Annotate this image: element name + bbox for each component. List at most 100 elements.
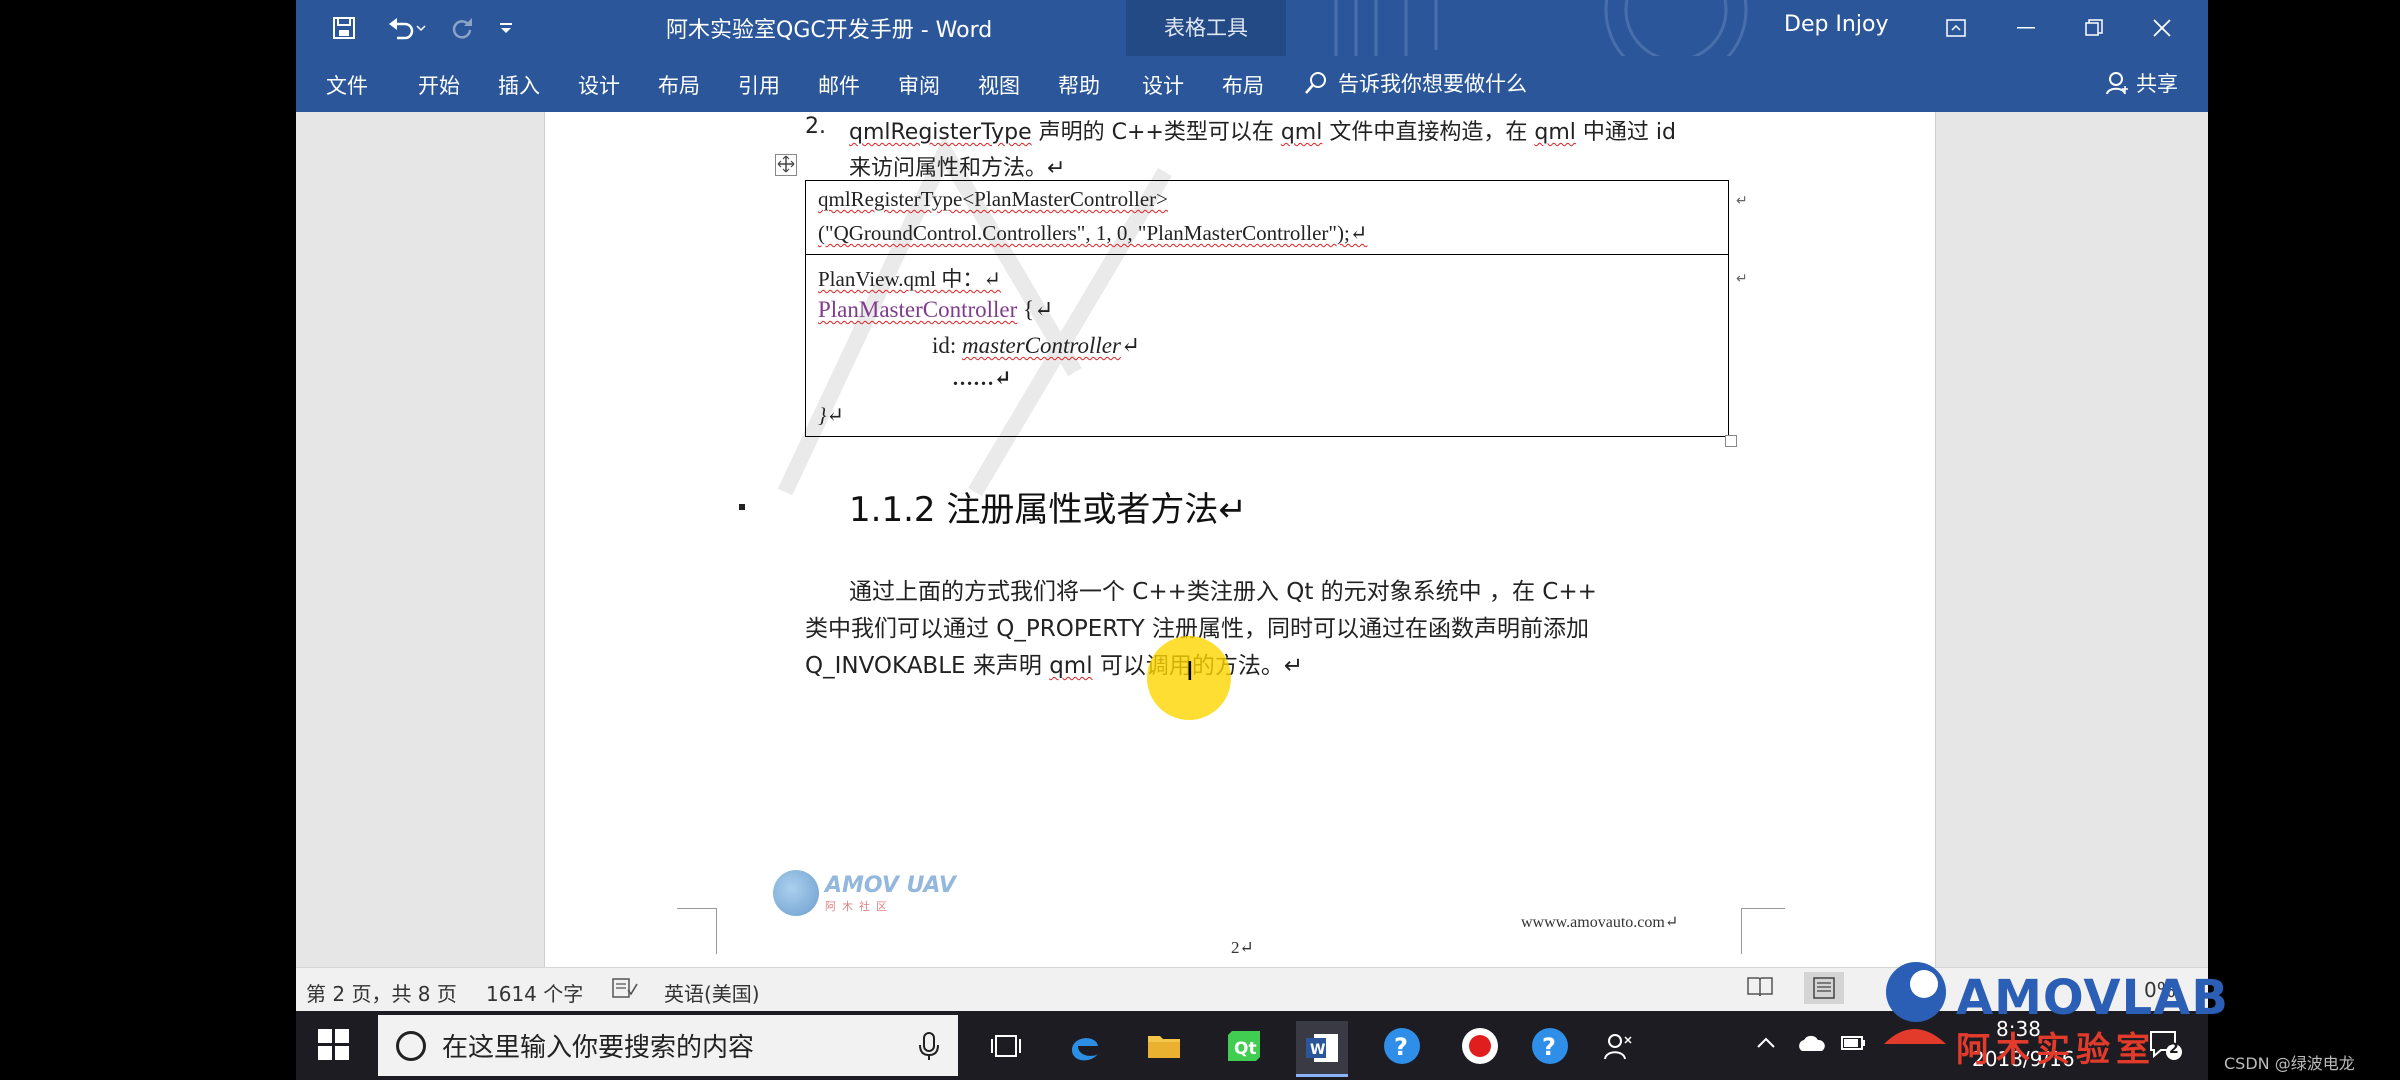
- share-label: 共享: [2136, 72, 2178, 96]
- heading-bullet: [739, 504, 745, 510]
- text-cursor-icon: I: [1186, 657, 1194, 687]
- print-layout-icon[interactable]: [1804, 972, 1844, 1004]
- page-number: 2↵: [1231, 938, 1254, 957]
- task-view-icon[interactable]: [980, 1021, 1032, 1071]
- undo-icon[interactable]: [382, 10, 432, 46]
- svg-text:W: W: [1310, 1042, 1325, 1058]
- footer-logo-text: AMOV UAV: [825, 872, 956, 898]
- crop-mark: [1741, 908, 1785, 909]
- tab-view[interactable]: 视图: [978, 70, 1020, 100]
- document-title: 阿木实验室QGC开发手册 - Word: [666, 18, 993, 43]
- cell-end-mark: ↵: [1736, 271, 1748, 287]
- tell-me-label: 告诉我你想要做什么: [1338, 72, 1527, 96]
- word-window: 阿木实验室QGC开发手册 - Word 表格工具 Dep Injoy 文件 开始…: [296, 0, 2208, 1080]
- list-item-line-1: qmlRegisterType 声明的 C++类型可以在 qml 文件中直接构造…: [849, 114, 1676, 146]
- table-resize-handle[interactable]: [1725, 435, 1737, 447]
- paragraph-line: 通过上面的方式我们将一个 C++类注册入 Qt 的元对象系统中 ，在 C++: [849, 579, 1597, 605]
- tab-mailings[interactable]: 邮件: [818, 70, 860, 100]
- list-item-text: 声明的 C++类型可以在: [1031, 120, 1281, 145]
- help-icon[interactable]: ?: [1376, 1021, 1428, 1071]
- code-line: PlanView.qml 中：↵: [818, 267, 1001, 291]
- word-count[interactable]: 1614 个字: [486, 978, 583, 1007]
- document-page[interactable]: 2. qmlRegisterType 声明的 C++类型可以在 qml 文件中直…: [544, 112, 1936, 967]
- redo-icon[interactable]: [444, 10, 480, 46]
- svg-text:?: ?: [1394, 1033, 1408, 1061]
- cortana-icon: [396, 1030, 426, 1061]
- chevron-up-icon[interactable]: [1754, 1031, 1778, 1061]
- tab-table-design[interactable]: 设计: [1142, 70, 1184, 100]
- windows-start-icon[interactable]: [318, 1029, 350, 1061]
- code-line: ("QGroundControl.Controllers", 1, 0, "Pl…: [818, 221, 1368, 245]
- read-mode-icon[interactable]: [1746, 974, 1774, 1003]
- tab-table-layout[interactable]: 布局: [1222, 70, 1264, 100]
- file-explorer-icon[interactable]: [1138, 1021, 1190, 1071]
- svg-text:?: ?: [1542, 1033, 1556, 1061]
- list-item-text: 中通过 id: [1575, 120, 1676, 145]
- tab-home[interactable]: 开始: [418, 70, 460, 100]
- footer-logo-subtitle: 阿木社区: [825, 899, 893, 913]
- table-move-handle[interactable]: [775, 154, 797, 176]
- tab-layout[interactable]: 布局: [658, 70, 700, 100]
- people-icon[interactable]: [1592, 1021, 1644, 1071]
- code-line: PlanMasterController {↵: [818, 297, 1054, 322]
- code-line: id: masterController↵: [932, 333, 1141, 358]
- tab-references[interactable]: 引用: [738, 70, 780, 100]
- microphone-icon[interactable]: [918, 1031, 940, 1068]
- user-name[interactable]: Dep Injoy: [1784, 12, 1888, 37]
- code-line: ……↵: [952, 366, 1012, 390]
- share-button[interactable]: 共享: [2106, 68, 2178, 98]
- tell-me-box[interactable]: 告诉我你想要做什么: [1304, 68, 1527, 98]
- close-icon[interactable]: [2138, 8, 2186, 48]
- tab-help[interactable]: 帮助: [1058, 70, 1100, 100]
- table-row[interactable]: qmlRegisterType<PlanMasterController> ("…: [806, 181, 1728, 255]
- csdn-watermark: CSDN @绿波电龙: [2224, 1054, 2355, 1073]
- qt-creator-icon[interactable]: Qt: [1218, 1021, 1270, 1071]
- ribbon-tabs: 文件 开始 插入 设计 布局 引用 邮件 审阅 视图 帮助 设计 布局 告诉我你…: [296, 56, 2208, 112]
- svg-text:Qt: Qt: [1234, 1039, 1257, 1059]
- list-item-line-2: 来访问属性和方法。↵: [849, 156, 1066, 181]
- code-line: qmlRegisterType<PlanMasterController>: [818, 187, 1168, 211]
- spell-marked-word: qml: [1534, 120, 1576, 145]
- spell-marked-word: qml: [1280, 120, 1323, 145]
- crop-mark: [1741, 908, 1781, 954]
- code-table[interactable]: qmlRegisterType<PlanMasterController> ("…: [805, 180, 1748, 437]
- language[interactable]: 英语(美国): [664, 978, 760, 1007]
- restore-icon[interactable]: [2070, 8, 2118, 48]
- search-placeholder: 在这里输入你要搜索的内容: [442, 1033, 755, 1063]
- amovlab-logo-icon: [1884, 962, 1946, 1044]
- code-line: }↵: [818, 403, 844, 427]
- person-icon: [2106, 72, 2128, 95]
- footer-logo: AMOV UAV 阿木社区: [773, 870, 956, 916]
- footer-url: wwww.amovauto.com↵: [1521, 914, 1679, 931]
- tab-review[interactable]: 审阅: [898, 70, 940, 100]
- list-item-number: 2.: [805, 114, 826, 139]
- tab-file[interactable]: 文件: [326, 70, 368, 100]
- list-item-text: 文件中直接构造，在: [1322, 120, 1535, 145]
- help-icon-2[interactable]: ?: [1524, 1021, 1576, 1071]
- tab-design[interactable]: 设计: [578, 70, 620, 100]
- minimize-icon[interactable]: [2002, 8, 2050, 48]
- word-icon[interactable]: W: [1296, 1021, 1348, 1077]
- onedrive-icon[interactable]: [1796, 1031, 1826, 1061]
- logo-mark-icon: [773, 870, 819, 916]
- ribbon-display-options-icon[interactable]: [1932, 8, 1980, 48]
- customize-qat-icon[interactable]: [494, 10, 518, 46]
- amovlab-cn-text: 阿木实验室: [1956, 1030, 2156, 1070]
- taskbar-search-input[interactable]: 在这里输入你要搜索的内容: [378, 1015, 958, 1076]
- amovlab-watermark: AMOVLAB 阿木实验室: [1860, 950, 2228, 1080]
- spell-marked-word: qmlRegisterType: [849, 120, 1032, 145]
- table-tools-label: 表格工具: [1164, 16, 1248, 40]
- crop-mark: [677, 908, 717, 909]
- amovlab-text: AMOVLAB: [1956, 970, 2229, 1026]
- page-info[interactable]: 第 2 页，共 8 页: [306, 978, 457, 1007]
- search-icon: [1305, 72, 1326, 94]
- proofing-icon[interactable]: [612, 976, 638, 1005]
- record-icon[interactable]: [1454, 1021, 1506, 1071]
- crop-mark: [677, 908, 717, 954]
- section-heading: 1.1.2 注册属性或者方法↵: [849, 490, 1247, 530]
- document-canvas[interactable]: 2. qmlRegisterType 声明的 C++类型可以在 qml 文件中直…: [296, 112, 2208, 967]
- save-icon[interactable]: [326, 10, 362, 46]
- cell-end-mark: ↵: [1736, 193, 1748, 209]
- tab-insert[interactable]: 插入: [498, 70, 540, 100]
- edge-icon[interactable]: [1058, 1021, 1110, 1071]
